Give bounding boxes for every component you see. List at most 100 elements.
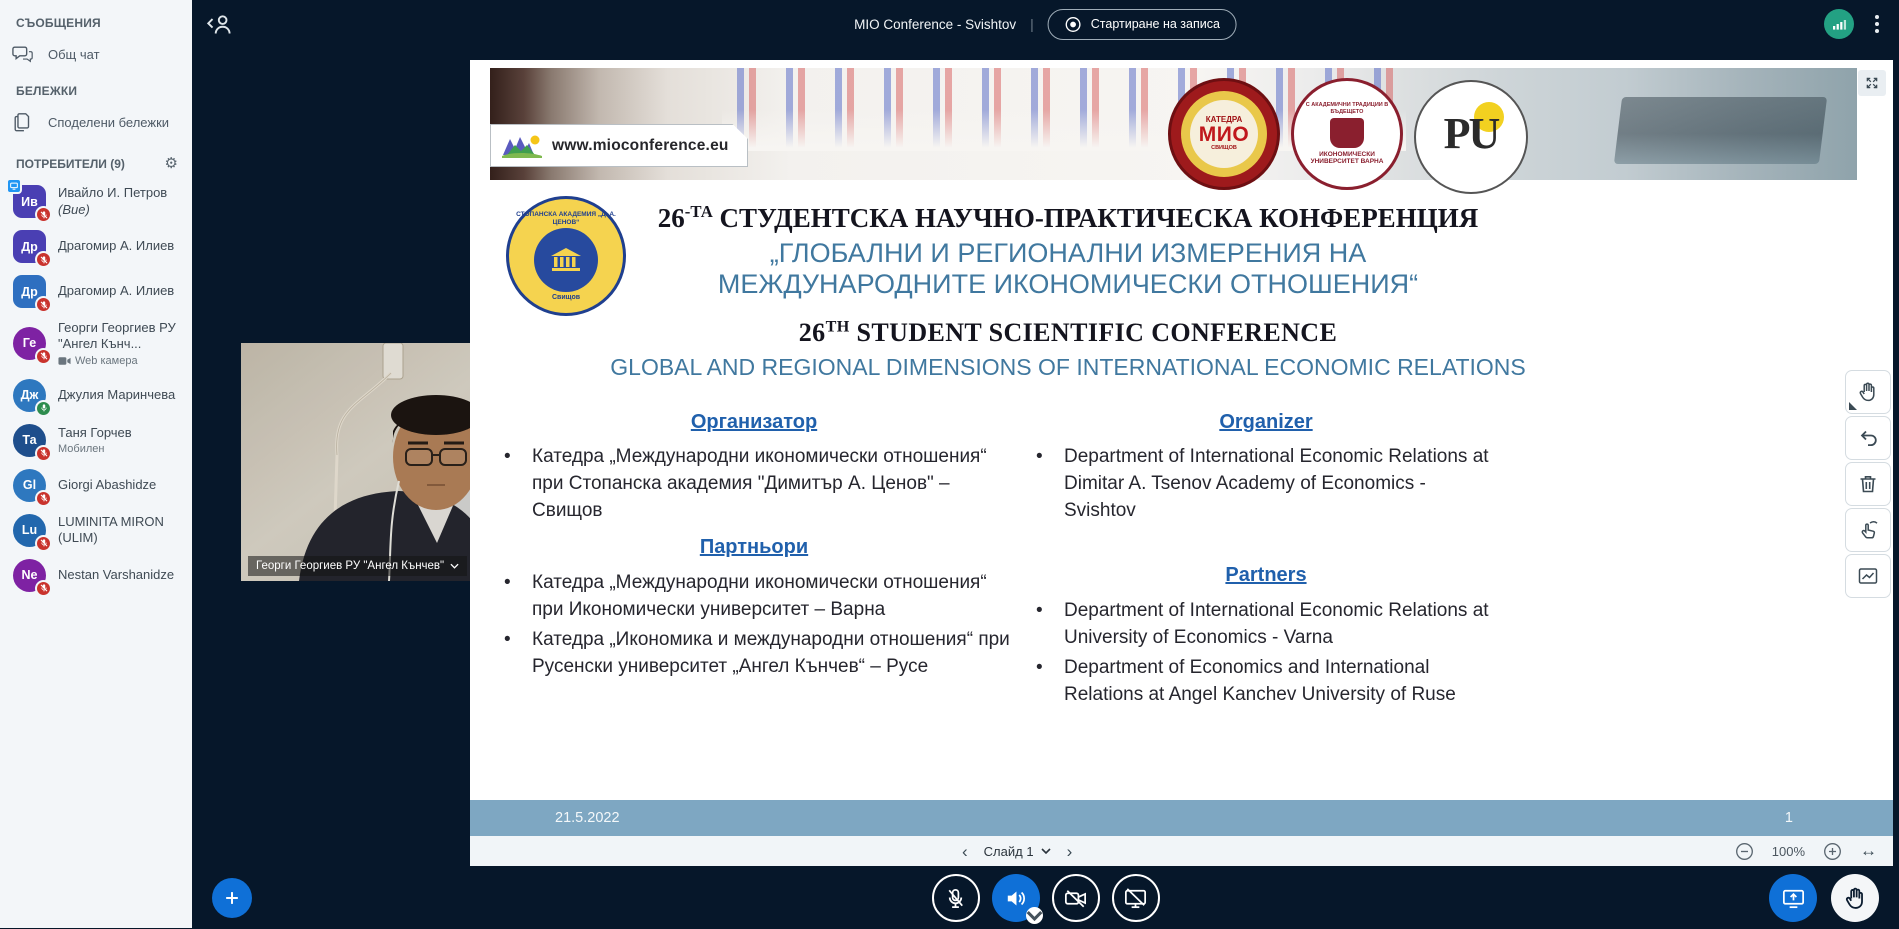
undo-icon [1856,426,1880,450]
shared-notes-item[interactable]: Споделени бележки [0,104,192,140]
user-name: Георги Георгиев РУ "Ангел Кънч... [58,320,192,353]
avatar-initials: Дж [21,388,39,402]
user-list-item[interactable]: Ив Ивайло И. Петров (Вие) [0,179,192,224]
user-name: Драгомир А. Илиев [58,283,174,299]
user-name: Ивайло И. Петров [58,185,167,200]
previous-slide-button[interactable]: ‹ [958,843,972,860]
avatar-initials: Ге [23,336,36,350]
user-info: Giorgi Abashidze [58,477,156,493]
chart-tool-button[interactable] [1845,554,1891,598]
presentation-icon [1780,885,1807,912]
user-list-item[interactable]: Gl Giorgi Abashidze [0,463,192,508]
avatar: Др [13,275,46,308]
public-chat-item[interactable]: Общ чат [0,36,192,72]
unmuted-mic-badge-icon [35,400,52,417]
chevron-down-icon [1041,848,1051,854]
minimize-presentation-button[interactable] [1769,874,1817,922]
user-info: Драгомир А. Илиев [58,283,174,299]
zoom-in-button[interactable] [1823,842,1842,861]
user-you-suffix: (Вие) [58,202,90,217]
user-info: Георги Георгиев РУ "Ангел Кънч... Web ка… [58,320,192,367]
user-list-item[interactable]: Дж Джулия Маринчева [0,373,192,418]
partners-heading-en: Partners [1030,561,1502,589]
slide-column-english: Organizer •Department of International E… [1030,408,1502,712]
user-list-item[interactable]: Та Таня Горчев Мобилен [0,418,192,463]
notes-header: БЕЛЕЖКИ [16,84,192,98]
start-recording-button[interactable]: Стартиране на записа [1048,9,1237,40]
slide-select-dropdown[interactable]: Слайд 1 [984,844,1051,859]
top-bar: MIO Conference - Svishtov | Стартиране н… [192,0,1899,48]
webcam-user-label[interactable]: Георги Георгиев РУ "Ангел Кънчев" [248,556,467,576]
user-device-label: Web камера [58,355,192,367]
user-info: LUMINITA MIRON (ULIM) [58,514,192,547]
mute-button[interactable] [932,874,980,922]
hand-tool-icon [1856,380,1880,404]
muted-mic-badge-icon [35,490,52,507]
avatar: Та [13,424,46,457]
manage-users-gear-icon[interactable]: ⚙ [165,156,178,171]
slide-select-label: Слайд 1 [984,844,1034,859]
screenshare-off-icon [1122,885,1149,912]
user-device-label: Мобилен [58,443,132,455]
avatar-initials: Та [22,433,36,447]
webcam-small-icon [58,356,71,366]
screenshare-button[interactable] [1112,874,1160,922]
shared-notes-label: Споделени бележки [48,115,169,130]
multi-user-whiteboard-button[interactable] [1845,508,1891,552]
next-slide-button[interactable]: › [1063,843,1077,860]
user-list-item[interactable]: Ге Георги Георгиев РУ "Ангел Кънч... Web… [0,314,192,373]
actions-button[interactable] [212,878,252,918]
organizer-heading-bg: Организатор [498,408,1010,436]
user-list-item[interactable]: Ne Nestan Varshanidze [0,553,192,598]
avatar: Ге [13,327,46,360]
toggle-userlist-button[interactable] [204,10,236,38]
presentation-fullscreen-button[interactable] [1858,70,1886,96]
ue-varna-emblem [1330,118,1364,148]
slide-page-number: 1 [1785,810,1793,826]
fit-width-button[interactable]: ↔ [1860,841,1877,861]
avatar-initials: Gl [23,478,36,492]
slide-date: 21.5.2022 [555,810,620,826]
raise-hand-button[interactable] [1831,874,1879,922]
avatar-initials: Lu [22,523,37,537]
messages-header: СЪОБЩЕНИЯ [16,16,192,30]
user-list-item[interactable]: Lu LUMINITA MIRON (ULIM) [0,508,192,553]
slide-title-bulgarian: 26-ТА СТУДЕНТСКА НАУЧНО-ПРАКТИЧЕСКА КОНФ… [628,202,1508,234]
user-list-item[interactable]: Др Драгомир А. Илиев [0,269,192,314]
meeting-title: MIO Conference - Svishtov [854,17,1016,32]
user-list-item[interactable]: Др Драгомир А. Илиев [0,224,192,269]
ruse-university-logo: РU [1414,80,1528,194]
clear-annotations-button[interactable] [1845,462,1891,506]
ue-varna-logo: С АКАДЕМИЧНИ ТРАДИЦИИ В БЪДЕЩЕТО ИКОНОМИ… [1291,78,1403,190]
hand-tool-button[interactable] [1845,370,1891,414]
screenshare-badge-icon [6,178,22,194]
user-info: Джулия Маринчева [58,387,175,403]
zoom-level: 100% [1772,844,1805,859]
chat-icon [12,43,34,65]
muted-mic-badge-icon [35,251,52,268]
user-info: Nestan Varshanidze [58,567,174,583]
whiteboard-toolbar [1845,370,1891,598]
user-info: Таня Горчев Мобилен [58,425,132,455]
userlist-toggle-icon [204,10,236,38]
avatar-initials: Др [21,285,38,299]
undo-annotation-button[interactable] [1845,416,1891,460]
webcam-button[interactable] [1052,874,1100,922]
corner-actions [1769,874,1879,922]
user-name: Giorgi Abashidze [58,477,156,493]
mio-website-url: www.mioconference.eu [552,137,729,155]
audio-button[interactable] [992,874,1040,922]
action-bar [932,874,1160,922]
sidebar: СЪОБЩЕНИЯ Общ чат БЕЛЕЖКИ Споделени беле… [0,0,192,928]
shared-notes-icon [12,111,34,133]
avatar: Др [13,230,46,263]
zoom-out-button[interactable] [1735,842,1754,861]
bullet-item: •Department of Economics and Internation… [1030,655,1502,709]
bullet-item: •Department of International Economic Re… [1030,444,1502,525]
tsenov-academy-logo: СТОПАНСКА АКАДЕМИЯ „Д. А. ЦЕНОВ“ Свищов [506,196,626,316]
options-menu-button[interactable] [1869,11,1885,37]
plus-circle-icon [1823,842,1842,861]
fit-width-icon: ↔ [1860,841,1877,861]
audio-options-chevron[interactable] [1026,907,1043,924]
connection-status-icon[interactable] [1824,9,1854,39]
